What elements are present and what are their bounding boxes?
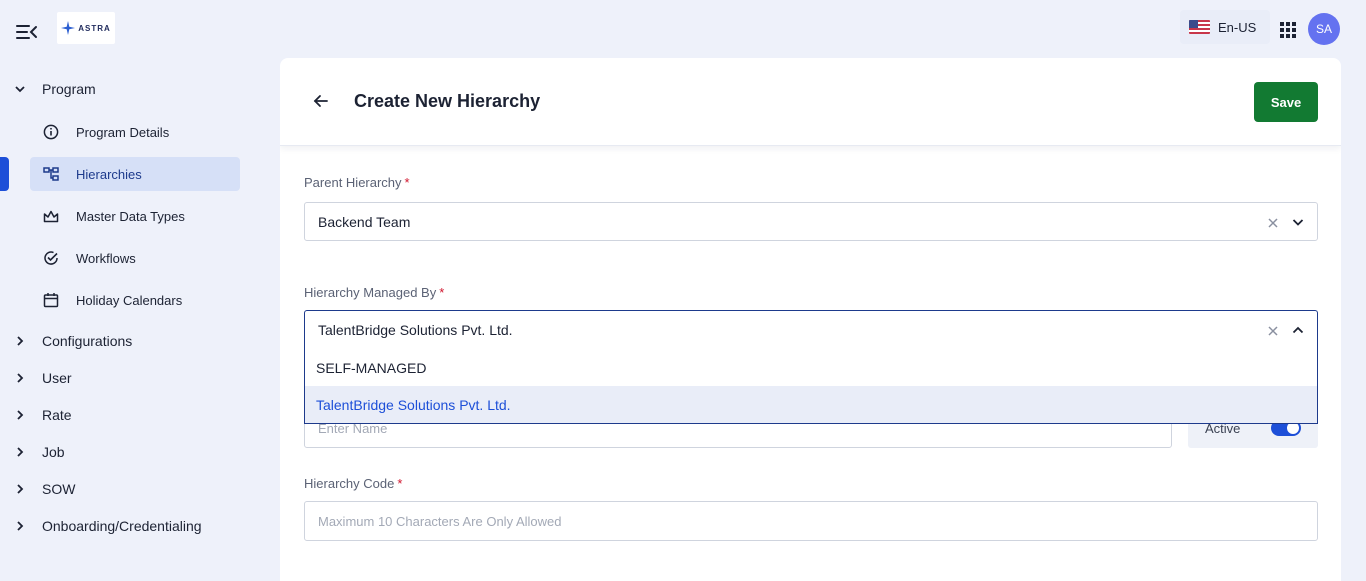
calendar-icon <box>42 291 60 309</box>
required-marker: * <box>404 175 410 190</box>
sidebar-section-label: SOW <box>42 481 76 497</box>
required-marker: * <box>397 476 403 491</box>
master-data-icon <box>42 207 60 225</box>
back-arrow-icon[interactable] <box>312 92 330 110</box>
sidebar-section-label: Rate <box>42 407 72 423</box>
chevron-right-icon <box>14 446 26 458</box>
sidebar-section-program[interactable]: Program <box>14 78 96 100</box>
astra-star-icon <box>61 21 76 35</box>
sidebar-item-hierarchies[interactable]: Hierarchies <box>30 157 240 191</box>
chevron-down-icon <box>14 83 26 95</box>
card-header: Create New Hierarchy Save <box>280 58 1341 146</box>
astra-logo: ASTRA <box>57 12 115 44</box>
sidebar-section-label: Onboarding/Credentialing <box>42 518 202 534</box>
hierarchy-icon <box>42 165 60 183</box>
parent-hierarchy-value: Backend Team <box>318 213 411 230</box>
field-label-text: Hierarchy Managed By <box>304 285 437 300</box>
sidebar-section-label: Job <box>42 444 65 460</box>
sidebar-section-rate[interactable]: Rate <box>14 404 72 426</box>
sidebar-section-user[interactable]: User <box>14 367 72 389</box>
sidebar-item-holiday-calendars[interactable]: Holiday Calendars <box>30 283 240 317</box>
sidebar-section-label: Program <box>42 81 96 97</box>
managed-by-value: TalentBridge Solutions Pvt. Ltd. <box>318 322 513 338</box>
chevron-up-icon[interactable] <box>1291 323 1305 337</box>
sidebar-item-label: Holiday Calendars <box>76 292 183 308</box>
us-flag-icon <box>1189 20 1210 34</box>
dropdown-option-selected[interactable]: TalentBridge Solutions Pvt. Ltd. <box>305 386 1317 423</box>
chevron-right-icon <box>14 335 26 347</box>
info-icon <box>42 123 60 141</box>
chevron-right-icon <box>14 520 26 532</box>
parent-hierarchy-select[interactable]: Backend Team <box>304 202 1318 241</box>
hierarchy-code-label: Hierarchy Code * <box>304 476 402 491</box>
field-label-text: Parent Hierarchy <box>304 175 402 190</box>
hierarchy-code-input[interactable] <box>304 501 1318 541</box>
managed-by-select[interactable]: TalentBridge Solutions Pvt. Ltd. <box>304 310 1318 349</box>
sidebar-item-workflows[interactable]: Workflows <box>30 241 240 275</box>
managed-by-label: Hierarchy Managed By * <box>304 285 444 300</box>
sidebar-section-onboarding[interactable]: Onboarding/Credentialing <box>14 515 202 537</box>
field-label-text: Hierarchy Code <box>304 476 395 491</box>
chevron-right-icon <box>14 372 26 384</box>
sidebar-item-label: Workflows <box>76 250 136 266</box>
clear-icon[interactable] <box>1267 216 1279 228</box>
sidebar-item-label: Program Details <box>76 124 170 140</box>
apps-grid-icon[interactable] <box>1280 22 1296 38</box>
chevron-down-icon[interactable] <box>1291 215 1305 229</box>
save-button[interactable]: Save <box>1254 82 1318 122</box>
sidebar-section-job[interactable]: Job <box>14 441 65 463</box>
required-marker: * <box>439 285 445 300</box>
chevron-right-icon <box>14 483 26 495</box>
sidebar-section-label: User <box>42 370 72 386</box>
clear-icon[interactable] <box>1267 324 1279 336</box>
menu-collapse-icon[interactable] <box>16 24 38 40</box>
chevron-right-icon <box>14 409 26 421</box>
managed-by-dropdown: SELF-MANAGED TalentBridge Solutions Pvt.… <box>304 349 1318 424</box>
sidebar-section-label: Configurations <box>42 333 133 349</box>
sidebar-section-configurations[interactable]: Configurations <box>14 330 132 352</box>
language-selector[interactable]: En-US <box>1180 10 1270 44</box>
sidebar-item-label: Master Data Types <box>76 208 185 224</box>
sidebar-item-program-details[interactable]: Program Details <box>30 115 240 149</box>
logo-text: ASTRA <box>78 23 111 33</box>
form-card: Create New Hierarchy Save Parent Hierarc… <box>280 58 1341 581</box>
sidebar-item-label: Hierarchies <box>76 166 142 182</box>
check-circle-icon <box>42 249 60 267</box>
language-label: En-US <box>1218 19 1257 35</box>
sidebar-section-sow[interactable]: SOW <box>14 478 75 500</box>
dropdown-option[interactable]: SELF-MANAGED <box>305 349 1317 386</box>
active-nav-indicator <box>0 157 9 191</box>
sidebar-item-master-data-types[interactable]: Master Data Types <box>30 199 240 233</box>
user-avatar[interactable]: SA <box>1308 13 1340 45</box>
parent-hierarchy-label: Parent Hierarchy * <box>304 175 410 190</box>
page-title: Create New Hierarchy <box>354 91 541 111</box>
